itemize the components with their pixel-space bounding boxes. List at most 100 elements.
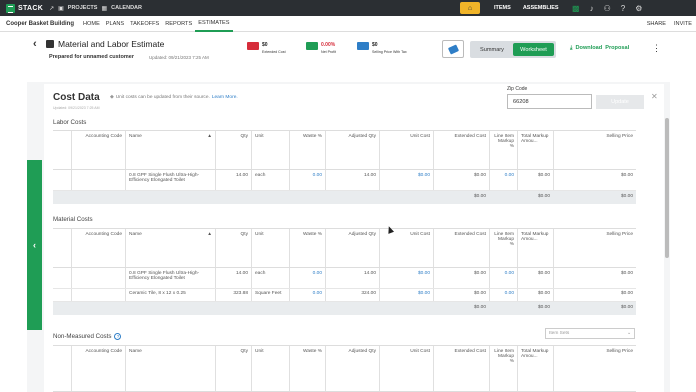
col-waste[interactable]: Waste % xyxy=(289,229,325,267)
tab-estimates[interactable]: ESTIMATES xyxy=(195,16,233,32)
money-icon xyxy=(247,42,259,50)
price-tag-button[interactable] xyxy=(442,40,464,58)
row-unit-cost[interactable]: $0.00 xyxy=(379,268,433,288)
col-accounting-code[interactable]: Accounting Code xyxy=(71,229,125,267)
col-unit[interactable]: Unit xyxy=(251,131,289,169)
col-extended-cost[interactable]: Extended Cost xyxy=(433,131,489,169)
expand-sidebar-tab[interactable]: ‹ xyxy=(27,160,42,330)
help-icon[interactable]: ? xyxy=(621,4,625,13)
items-link[interactable]: ITEMS xyxy=(494,5,511,11)
row-total-markup: $0.00 xyxy=(517,268,553,288)
col-name[interactable]: Name xyxy=(125,346,215,391)
labor-table-header: Accounting Code Name ▲ Qty Unit Waste % A… xyxy=(53,130,636,170)
download-icon: ⤓ xyxy=(570,45,573,51)
table-row[interactable]: Ceramic Tile, 8 x 12 x 0.25 323.88 Squar… xyxy=(53,289,636,302)
update-button[interactable]: Update xyxy=(596,95,644,109)
tag-icon: ◆ xyxy=(110,95,114,100)
invite-link[interactable]: INVITE xyxy=(674,21,692,27)
col-waste[interactable]: Waste % xyxy=(289,131,325,169)
col-name[interactable]: Name ▲ xyxy=(125,131,215,169)
more-menu-icon[interactable]: ⋮ xyxy=(652,43,661,54)
bell-icon[interactable]: ♪ xyxy=(590,4,594,13)
home-button[interactable]: ⌂ xyxy=(460,2,480,14)
assemblies-link[interactable]: ASSEMBLIES xyxy=(523,5,559,11)
material-total-row: $0.00 $0.00 $0.00 xyxy=(53,302,636,315)
col-adjusted-qty[interactable]: Adjusted Qty xyxy=(325,229,379,267)
row-unit-cost[interactable]: $0.00 xyxy=(379,289,433,301)
col-selling-price[interactable]: Selling Price xyxy=(553,229,636,267)
users-icon[interactable]: ⚇ xyxy=(604,4,611,13)
col-accounting-code[interactable]: Accounting Code xyxy=(71,131,125,169)
col-unit-cost[interactable]: Unit Cost xyxy=(379,131,433,169)
share-link[interactable]: SHARE xyxy=(647,21,666,27)
col-line-markup[interactable]: Line Item Markup % xyxy=(489,346,517,391)
learn-more-link[interactable]: Learn More. xyxy=(212,95,238,100)
col-total-markup[interactable]: Total Markup Amou... xyxy=(517,131,553,169)
col-qty[interactable]: Qty xyxy=(215,229,251,267)
worksheet-toggle[interactable]: Worksheet xyxy=(513,43,554,56)
row-qty[interactable]: 323.88 xyxy=(215,289,251,301)
external-link-icon[interactable]: ↗ xyxy=(49,5,54,12)
col-qty[interactable]: Qty xyxy=(215,346,251,391)
table-row[interactable]: 0.8 GPF Single Flush Ultra-High-Efficien… xyxy=(53,170,636,191)
tab-home[interactable]: HOME xyxy=(80,16,103,32)
zip-code-input[interactable]: 66208 xyxy=(507,94,592,109)
sort-up-icon: ▲ xyxy=(207,134,212,139)
item-sets-select[interactable]: Item Sets ⌄ xyxy=(545,328,635,339)
cost-data-info: ◆ Unit costs can be updated from their s… xyxy=(110,95,238,100)
col-adjusted-qty[interactable]: Adjusted Qty xyxy=(325,346,379,391)
tab-reports[interactable]: REPORTS xyxy=(162,16,195,32)
col-total-markup[interactable]: Total Markup Amou... xyxy=(517,346,553,391)
back-arrow-icon[interactable]: ‹ xyxy=(33,38,37,50)
row-line-markup[interactable]: 0.00 xyxy=(489,170,517,190)
col-qty[interactable]: Qty xyxy=(215,131,251,169)
col-name[interactable]: Name ▲ xyxy=(125,229,215,267)
material-table-header: Accounting Code Name ▲ Qty Unit Waste % A… xyxy=(53,228,636,268)
tag-icon xyxy=(447,43,459,55)
tab-takeoffs[interactable]: TAKEOFFS xyxy=(127,16,162,32)
stack-logo[interactable]: STACK xyxy=(6,3,43,13)
col-line-markup[interactable]: Line Item Markup % xyxy=(489,229,517,267)
summary-toggle[interactable]: Summary xyxy=(472,43,512,56)
help-icon[interactable]: ? xyxy=(114,333,122,340)
row-extended-cost: $0.00 xyxy=(433,268,489,288)
col-selling-price[interactable]: Selling Price xyxy=(553,346,636,391)
calendar-link[interactable]: CALENDAR xyxy=(111,5,142,11)
row-line-markup[interactable]: 0.00 xyxy=(489,289,517,301)
projects-link[interactable]: PROJECTS xyxy=(68,5,98,11)
col-accounting-code[interactable]: Accounting Code xyxy=(71,346,125,391)
apps-icon[interactable]: ▩ xyxy=(572,4,580,13)
settings-icon[interactable]: ⚙ xyxy=(635,4,642,13)
chevron-down-icon: ⌄ xyxy=(626,331,631,336)
tab-plans[interactable]: PLANS xyxy=(103,16,127,32)
download-proposal-button[interactable]: ⤓ Download Proposal xyxy=(570,45,629,52)
project-nav: Cooper Basket Building HOME PLANS TAKEOF… xyxy=(0,16,696,32)
scrollbar[interactable] xyxy=(665,118,669,258)
row-qty[interactable]: 14.00 xyxy=(215,170,251,190)
labor-costs-title: Labor Costs xyxy=(53,119,87,126)
col-selling-price[interactable]: Selling Price xyxy=(553,131,636,169)
col-unit-cost[interactable]: Unit Cost xyxy=(379,229,433,267)
close-icon[interactable]: ✕ xyxy=(651,92,658,101)
row-waste[interactable]: 0.00 xyxy=(289,170,325,190)
row-unit: each xyxy=(251,170,289,190)
col-adjusted-qty[interactable]: Adjusted Qty xyxy=(325,131,379,169)
table-row[interactable]: 0.8 GPF Single Flush Ultra-High-Efficien… xyxy=(53,268,636,289)
col-extended-cost[interactable]: Extended Cost xyxy=(433,346,489,391)
row-adjusted-qty: 14.00 xyxy=(325,268,379,288)
row-line-markup[interactable]: 0.00 xyxy=(489,268,517,288)
col-unit-cost[interactable]: Unit Cost xyxy=(379,346,433,391)
col-unit[interactable]: Unit xyxy=(251,229,289,267)
row-unit-cost[interactable]: $0.00 xyxy=(379,170,433,190)
row-waste[interactable]: 0.00 xyxy=(289,268,325,288)
row-waste[interactable]: 0.00 xyxy=(289,289,325,301)
col-unit[interactable]: Unit xyxy=(251,346,289,391)
row-qty[interactable]: 14.00 xyxy=(215,268,251,288)
row-unit: each xyxy=(251,268,289,288)
col-line-markup[interactable]: Line Item Markup % xyxy=(489,131,517,169)
chevron-left-icon: ‹ xyxy=(33,240,36,250)
col-waste[interactable]: Waste % xyxy=(289,346,325,391)
col-total-markup[interactable]: Total Markup Amou... xyxy=(517,229,553,267)
col-extended-cost[interactable]: Extended Cost xyxy=(433,229,489,267)
top-nav: ↗ ▣ PROJECTS ▦ CALENDAR xyxy=(49,5,142,12)
